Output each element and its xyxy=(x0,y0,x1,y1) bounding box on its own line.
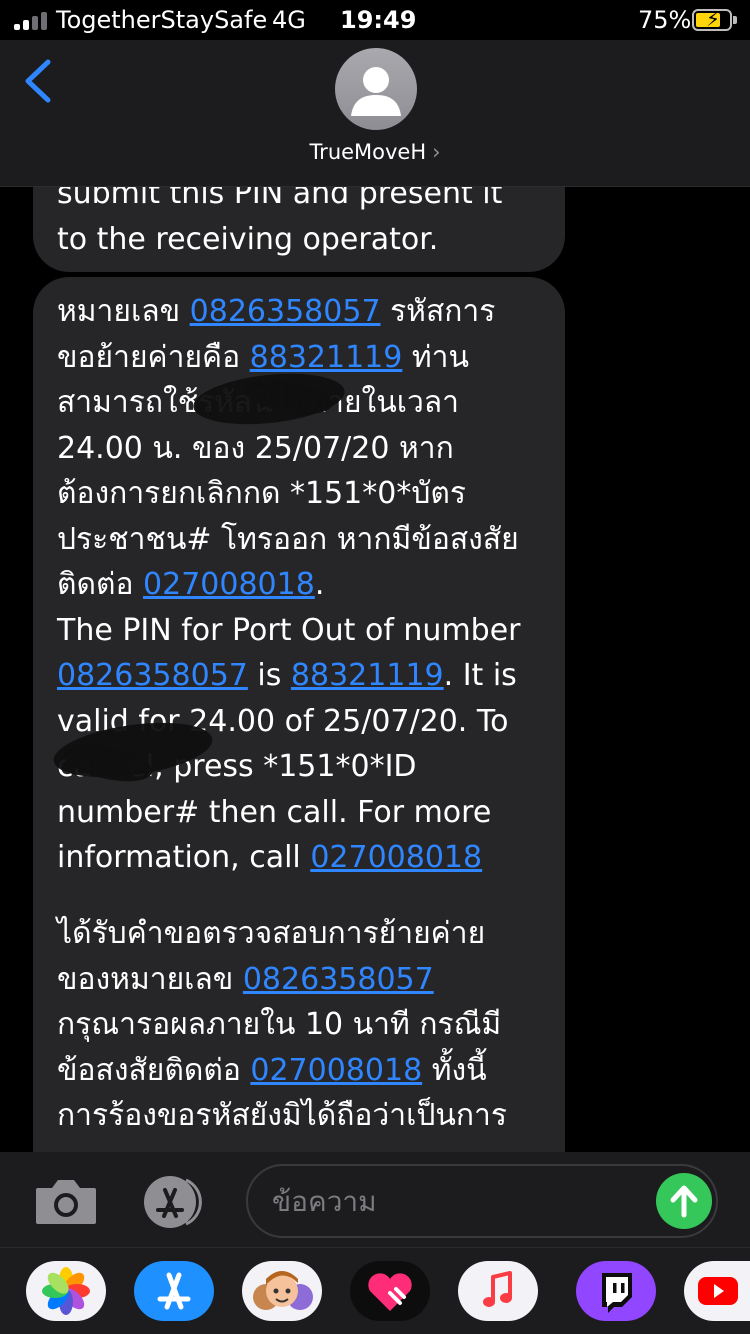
photos-app-icon[interactable] xyxy=(26,1261,106,1321)
music-app-icon[interactable] xyxy=(458,1261,538,1321)
message-link[interactable]: 0826358057 xyxy=(243,962,434,997)
message-text-segment: submit this PIN and present it to the re… xyxy=(57,187,503,257)
contact-avatar[interactable] xyxy=(335,48,417,130)
message-bubble[interactable]: submit this PIN and present it to the re… xyxy=(33,187,565,272)
digital-touch-app-icon[interactable] xyxy=(350,1261,430,1321)
network-type: 4G xyxy=(272,6,306,34)
battery-percentage: 75% xyxy=(638,6,692,34)
message-text: submit this PIN and present it to the re… xyxy=(57,187,541,262)
message-list: submit this PIN and present it to the re… xyxy=(0,187,750,1152)
app-store-app-icon[interactable] xyxy=(134,1261,214,1321)
memoji-app-icon[interactable] xyxy=(242,1261,322,1321)
message-link[interactable]: 88321119 xyxy=(250,340,403,375)
chevron-right-icon: › xyxy=(432,140,441,164)
send-arrow-up-icon[interactable] xyxy=(656,1173,712,1229)
message-text: ได้รับคำขอตรวจสอบการย้ายค่าย ของหมายเลข … xyxy=(57,911,541,1139)
message-input[interactable] xyxy=(272,1180,632,1222)
app-drawer xyxy=(0,1247,750,1334)
youtube-app-icon[interactable] xyxy=(684,1261,750,1321)
message-link[interactable]: 027008018 xyxy=(310,840,482,875)
battery-charging-icon: ⚡ xyxy=(692,8,737,31)
message-input-bar xyxy=(0,1152,750,1247)
camera-icon[interactable] xyxy=(34,1176,98,1226)
message-text-segment: is xyxy=(247,658,291,693)
conversation-header: TrueMoveH › xyxy=(0,40,750,187)
message-link[interactable]: 0826358057 xyxy=(190,294,381,329)
message-text-field[interactable] xyxy=(246,1164,718,1238)
status-time: 19:49 xyxy=(340,6,417,34)
back-chevron-icon[interactable] xyxy=(20,58,60,108)
twitch-app-icon[interactable] xyxy=(576,1261,656,1321)
message-link[interactable]: 0826358057 xyxy=(57,658,248,693)
carrier-name: TogetherStaySafe xyxy=(56,6,268,34)
message-link[interactable]: 88321119 xyxy=(291,658,444,693)
message-link[interactable]: 027008018 xyxy=(143,567,315,602)
message-text-segment: หมายเลข xyxy=(57,294,190,329)
contact-name-button[interactable]: TrueMoveH › xyxy=(0,140,750,164)
app-store-icon[interactable] xyxy=(142,1176,212,1228)
status-bar: TogetherStaySafe 4G 19:49 75% ⚡ xyxy=(0,0,750,40)
message-link[interactable]: 027008018 xyxy=(250,1053,422,1088)
contact-name: TrueMoveH xyxy=(309,140,427,164)
message-bubble[interactable]: ได้รับคำขอตรวจสอบการย้ายค่าย ของหมายเลข … xyxy=(33,899,565,1152)
cellular-signal-icon xyxy=(14,10,48,30)
